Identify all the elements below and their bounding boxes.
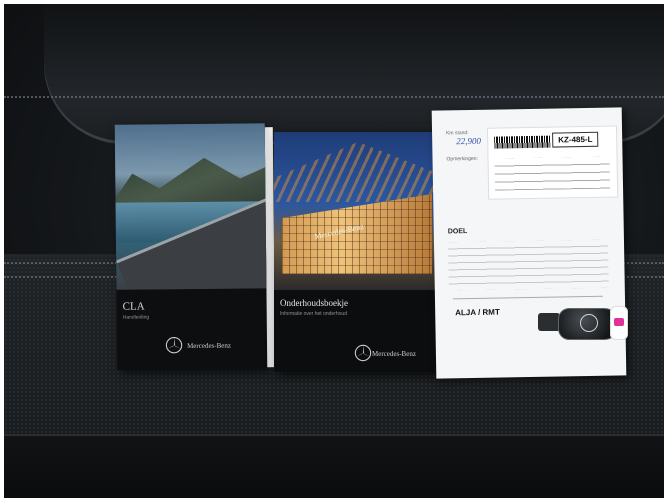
key-tag — [610, 306, 628, 340]
photo: CLA Handleiding Mercedes-Benz Mercedes-B… — [4, 4, 664, 498]
seat-front-edge — [4, 434, 664, 498]
remarks-label: Opmerkingen: — [446, 155, 478, 163]
mercedes-star-icon — [354, 344, 372, 362]
key-blade — [538, 313, 560, 331]
divider — [452, 295, 603, 300]
purpose-heading: DOEL — [447, 228, 468, 236]
vehicle-label-sticker: KZ-485-L — [486, 125, 619, 200]
booklet-subtitle: Informatie over het onderhoud — [280, 311, 347, 317]
service-booklet: Mercedes-Benz Onderhoudsboekje Informati… — [274, 132, 442, 372]
building — [282, 194, 432, 274]
cover-photo-building: Mercedes-Benz — [274, 132, 442, 290]
checklist-lines — [447, 239, 609, 291]
owners-manual-booklet: CLA Handleiding Mercedes-Benz — [114, 123, 276, 370]
license-plate: KZ-485-L — [552, 131, 599, 148]
signature-text: ALJA / RMT — [455, 307, 500, 318]
key-logo-icon — [580, 314, 598, 332]
car-key — [538, 302, 628, 344]
mercedes-star-icon — [165, 336, 183, 354]
sticker-text-lines — [494, 156, 611, 191]
booklet-title: Onderhoudsboekje — [280, 298, 348, 308]
seat-stitching — [4, 96, 664, 98]
brand-name: Mercedes-Benz — [372, 350, 416, 358]
km-value: 22,900 — [456, 135, 482, 147]
booklet-title: CLA — [122, 300, 145, 313]
brand-name: Mercedes-Benz — [187, 341, 232, 351]
booklet-subtitle: Handleiding — [122, 314, 150, 321]
cover-photo-road — [114, 123, 267, 290]
roof-structure — [274, 142, 442, 202]
barcode — [494, 135, 551, 149]
